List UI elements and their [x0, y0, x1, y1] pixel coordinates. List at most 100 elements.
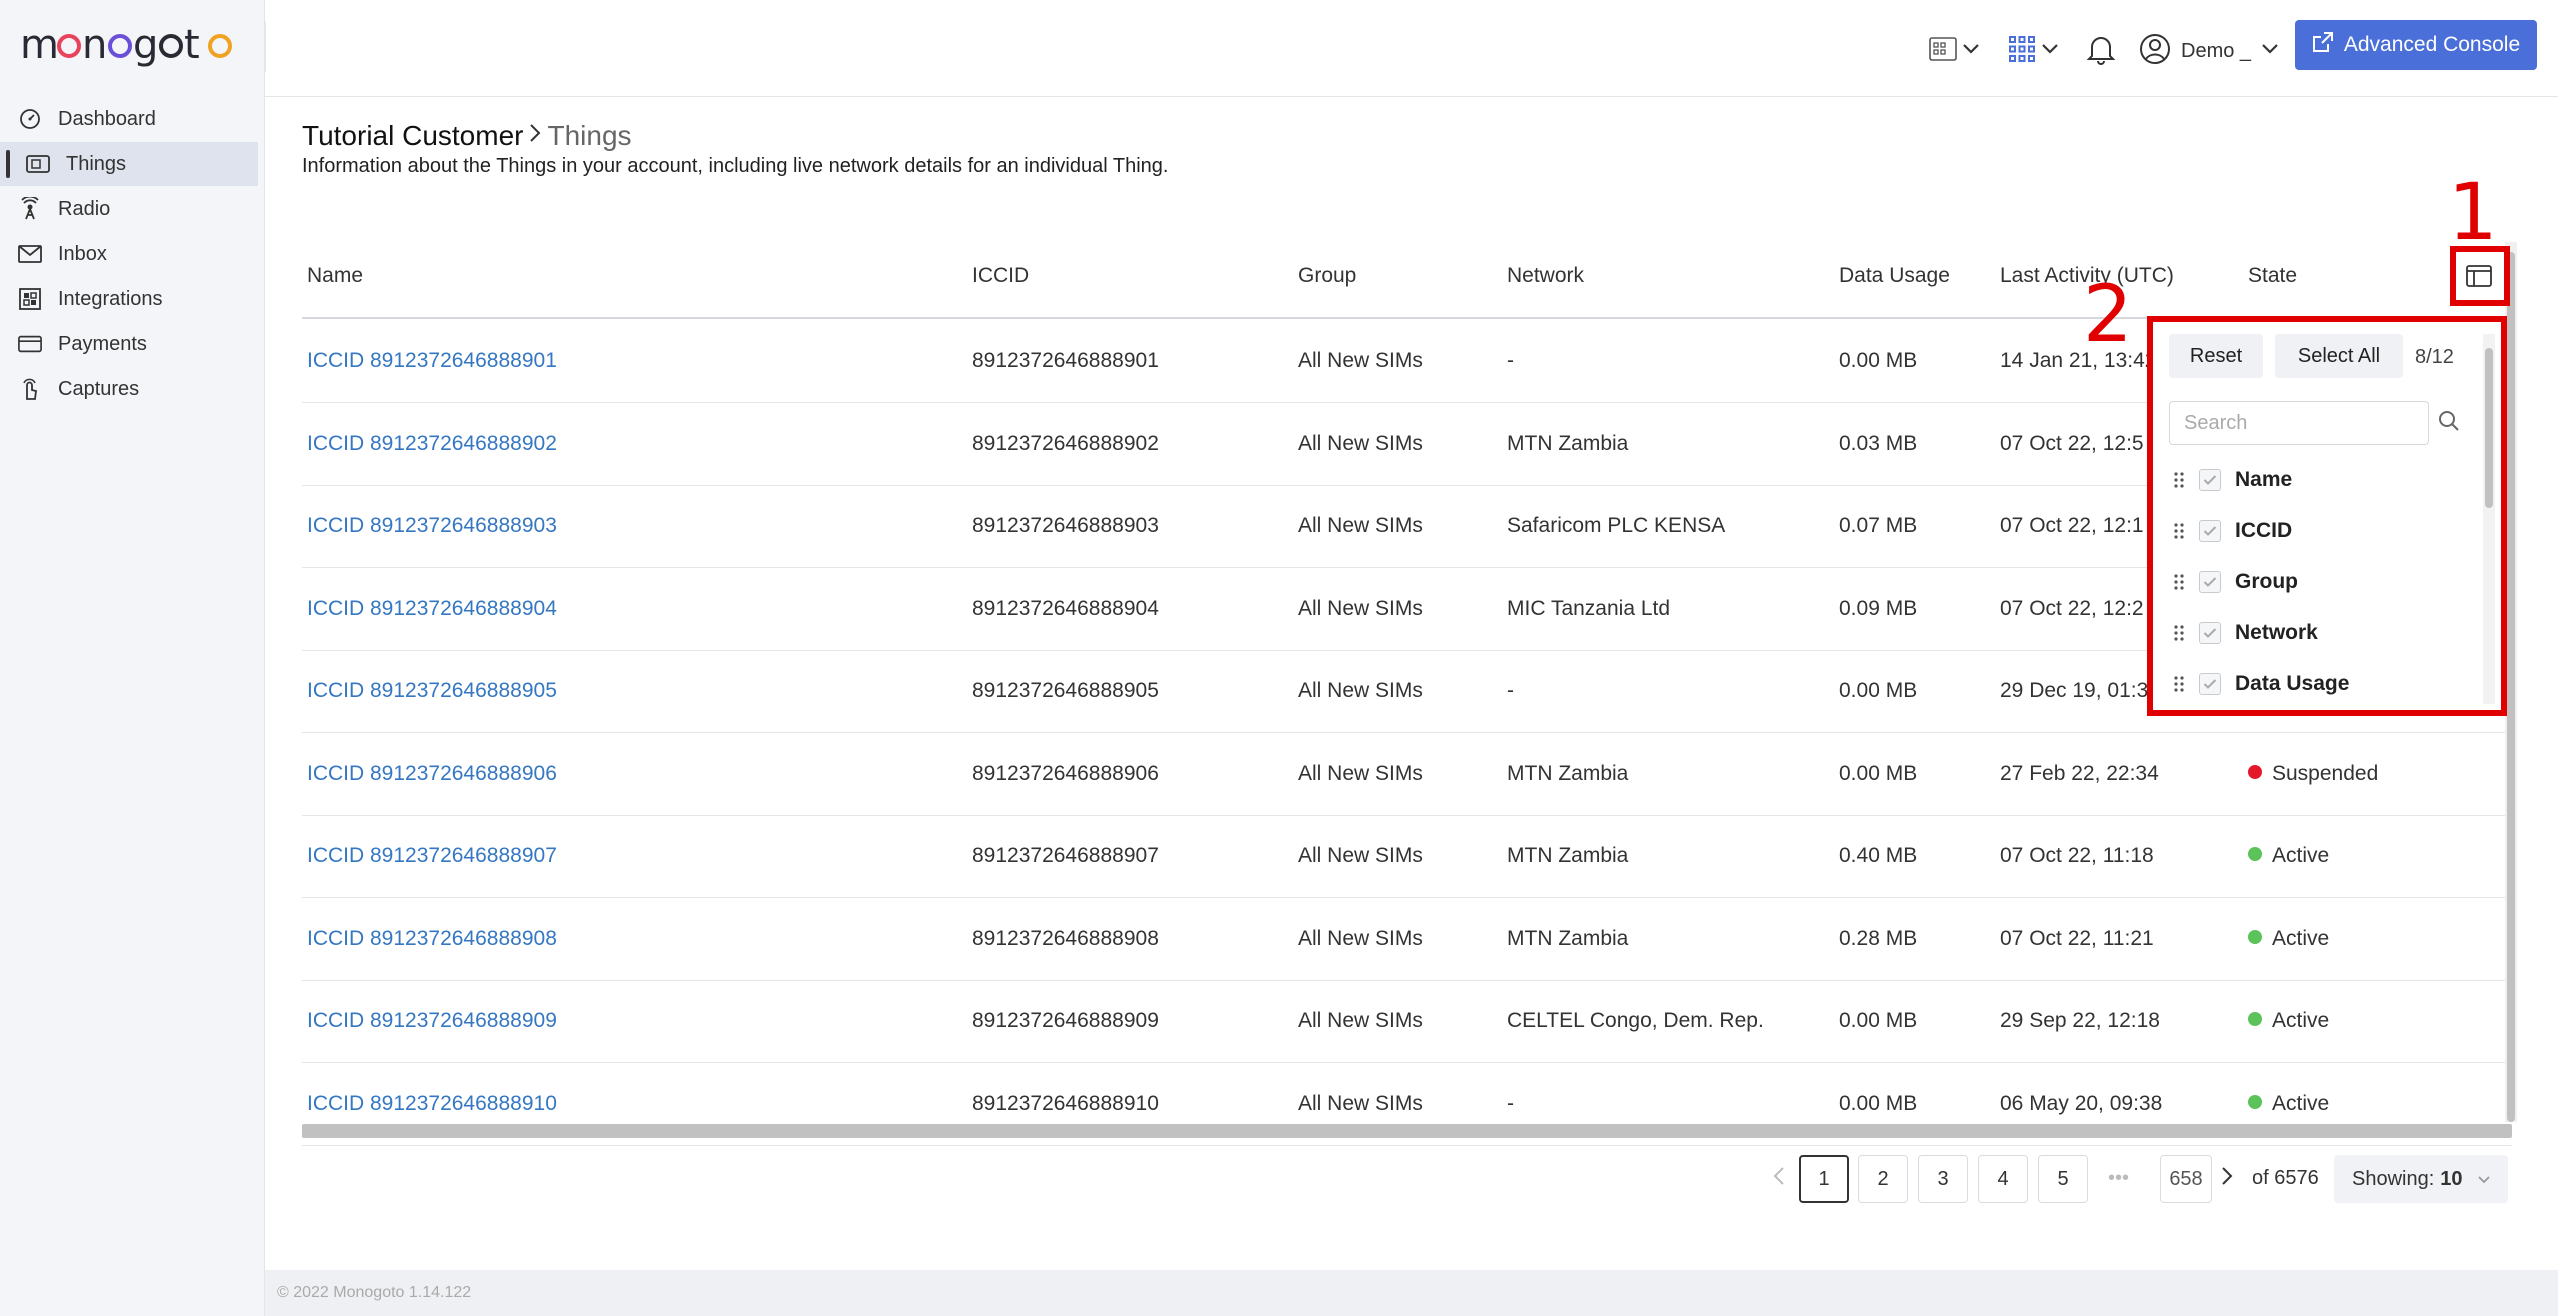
- pagination-ellipsis[interactable]: •••: [2108, 1167, 2129, 1190]
- column-checkbox[interactable]: [2199, 469, 2221, 491]
- header-group[interactable]: Group: [1298, 264, 1356, 288]
- cell-name[interactable]: ICCID 8912372646888903: [307, 514, 557, 538]
- drag-handle-icon[interactable]: [2169, 573, 2189, 591]
- column-option[interactable]: Network: [2169, 613, 2318, 653]
- search-button[interactable]: [2429, 401, 2469, 445]
- table-row[interactable]: ICCID 8912372646888908 8912372646888908 Al…: [302, 899, 2512, 981]
- page-1-button[interactable]: 1: [1799, 1155, 1849, 1203]
- column-checkbox[interactable]: [2199, 622, 2221, 644]
- sidebar-item-label: Inbox: [58, 242, 107, 265]
- column-option[interactable]: Data Usage: [2169, 664, 2349, 704]
- status-label: Active: [2272, 844, 2330, 867]
- header-iccid[interactable]: ICCID: [972, 264, 1029, 288]
- drag-handle-icon[interactable]: [2169, 624, 2189, 642]
- column-option-label: Group: [2235, 570, 2298, 593]
- cell-name[interactable]: ICCID 8912372646888907: [307, 844, 557, 868]
- column-checkbox[interactable]: [2199, 673, 2221, 695]
- svg-text:m: m: [20, 22, 59, 68]
- sidebar-item-captures[interactable]: Captures: [0, 367, 260, 411]
- user-menu[interactable]: Demo _: [2139, 33, 2279, 68]
- drag-handle-icon[interactable]: [2169, 522, 2189, 540]
- cell-network: MTN Zambia: [1507, 431, 1629, 455]
- page-subtitle: Information about the Things in your acc…: [302, 155, 1169, 177]
- table-row[interactable]: ICCID 8912372646888909 8912372646888909 Al…: [302, 981, 2512, 1063]
- cell-network: -: [1507, 679, 1514, 702]
- cell-group: All New SIMs: [1298, 926, 1423, 950]
- column-checkbox[interactable]: [2199, 571, 2221, 593]
- header-state[interactable]: State: [2248, 264, 2297, 288]
- chevron-right-icon: [529, 122, 541, 150]
- svg-text:n: n: [82, 22, 107, 68]
- cell-network: -: [1507, 349, 1514, 372]
- header-network[interactable]: Network: [1507, 264, 1584, 288]
- cell-name[interactable]: ICCID 8912372646888905: [307, 679, 557, 703]
- cell-name[interactable]: ICCID 8912372646888901: [307, 349, 557, 373]
- cell-name[interactable]: ICCID 8912372646888910: [307, 1092, 557, 1116]
- cell-iccid: 8912372646888906: [972, 761, 1159, 785]
- cell-name[interactable]: ICCID 8912372646888909: [307, 1009, 557, 1033]
- table-row[interactable]: ICCID 8912372646888906 8912372646888906 Al…: [302, 734, 2512, 816]
- scroll-thumb[interactable]: [2485, 348, 2493, 508]
- table-header: Name ICCID Group Network Data Usage Last…: [302, 242, 2512, 319]
- select-all-button[interactable]: Select All: [2275, 334, 2403, 378]
- reset-button[interactable]: Reset: [2169, 334, 2263, 378]
- chevron-down-icon: [2261, 42, 2279, 60]
- apps-switcher[interactable]: [2007, 34, 2059, 68]
- notifications-button[interactable]: [2086, 34, 2116, 68]
- cell-iccid: 8912372646888907: [972, 844, 1159, 867]
- cell-iccid: 8912372646888905: [972, 679, 1159, 702]
- header-name[interactable]: Name: [307, 264, 363, 288]
- cell-state: Active: [2248, 844, 2329, 868]
- cell-name[interactable]: ICCID 8912372646888906: [307, 762, 557, 786]
- column-option[interactable]: Name: [2169, 460, 2292, 500]
- cell-network: -: [1507, 1091, 1514, 1115]
- page-3-button[interactable]: 3: [1918, 1155, 1968, 1203]
- sidebar-item-integrations[interactable]: Integrations: [0, 277, 260, 321]
- column-option[interactable]: ICCID: [2169, 511, 2292, 551]
- sidebar-item-things[interactable]: Things: [0, 142, 258, 186]
- monogoto-logo[interactable]: m n g t: [20, 18, 250, 74]
- last-page-button[interactable]: 658: [2160, 1155, 2212, 1203]
- next-page-icon[interactable]: [2220, 1165, 2234, 1193]
- dashboard-icon: [18, 107, 42, 131]
- column-list-scrollbar[interactable]: [2483, 334, 2495, 704]
- sidebar-item-inbox[interactable]: Inbox: [0, 232, 260, 276]
- page-5-button[interactable]: 5: [2038, 1155, 2088, 1203]
- cell-iccid: 8912372646888904: [972, 596, 1159, 620]
- page-4-button[interactable]: 4: [1978, 1155, 2028, 1203]
- drag-handle-icon[interactable]: [2169, 675, 2189, 693]
- cell-name[interactable]: ICCID 8912372646888904: [307, 597, 557, 621]
- column-search-input[interactable]: Search: [2169, 401, 2429, 445]
- cell-network: MTN Zambia: [1507, 761, 1629, 785]
- sidebar-item-label: Integrations: [58, 287, 163, 310]
- drag-handle-icon[interactable]: [2169, 471, 2189, 489]
- sidebar-item-radio[interactable]: Radio: [0, 187, 260, 231]
- cell-name[interactable]: ICCID 8912372646888902: [307, 432, 557, 456]
- device-switcher[interactable]: [1928, 34, 1980, 68]
- header-data-usage[interactable]: Data Usage: [1839, 264, 1950, 288]
- chevron-down-icon: [2041, 42, 2059, 60]
- cell-name[interactable]: ICCID 8912372646888908: [307, 927, 557, 951]
- page-2-button[interactable]: 2: [1858, 1155, 1908, 1203]
- table-row[interactable]: ICCID 8912372646888907 8912372646888907 Al…: [302, 816, 2512, 898]
- cell-data-usage: 0.00 MB: [1839, 1091, 1918, 1115]
- page-size-select[interactable]: Showing: 10: [2334, 1155, 2508, 1203]
- total-pages: of 6576: [2252, 1167, 2319, 1189]
- column-checkbox[interactable]: [2199, 520, 2221, 542]
- showing-value: 10: [2440, 1167, 2463, 1190]
- cell-state: Suspended: [2248, 762, 2378, 786]
- radio-icon: [18, 197, 42, 221]
- prev-page-icon[interactable]: [1772, 1165, 1786, 1193]
- advanced-console-button[interactable]: Advanced Console: [2295, 20, 2537, 70]
- svg-text:g: g: [133, 22, 158, 68]
- cell-group: All New SIMs: [1298, 761, 1423, 785]
- sidebar-item-payments[interactable]: Payments: [0, 322, 260, 366]
- scroll-thumb[interactable]: [2507, 252, 2515, 1122]
- breadcrumb-root[interactable]: Tutorial Customer: [302, 120, 523, 152]
- cell-last-activity: 07 Oct 22, 11:21: [2000, 926, 2154, 950]
- table-horizontal-scrollbar[interactable]: [302, 1124, 2512, 1138]
- sidebar-item-dashboard[interactable]: Dashboard: [0, 97, 260, 141]
- cell-data-usage: 0.28 MB: [1839, 926, 1918, 950]
- sidebar-nav: Dashboard Things Radio Inbox Integration…: [0, 97, 260, 412]
- column-option[interactable]: Group: [2169, 562, 2298, 602]
